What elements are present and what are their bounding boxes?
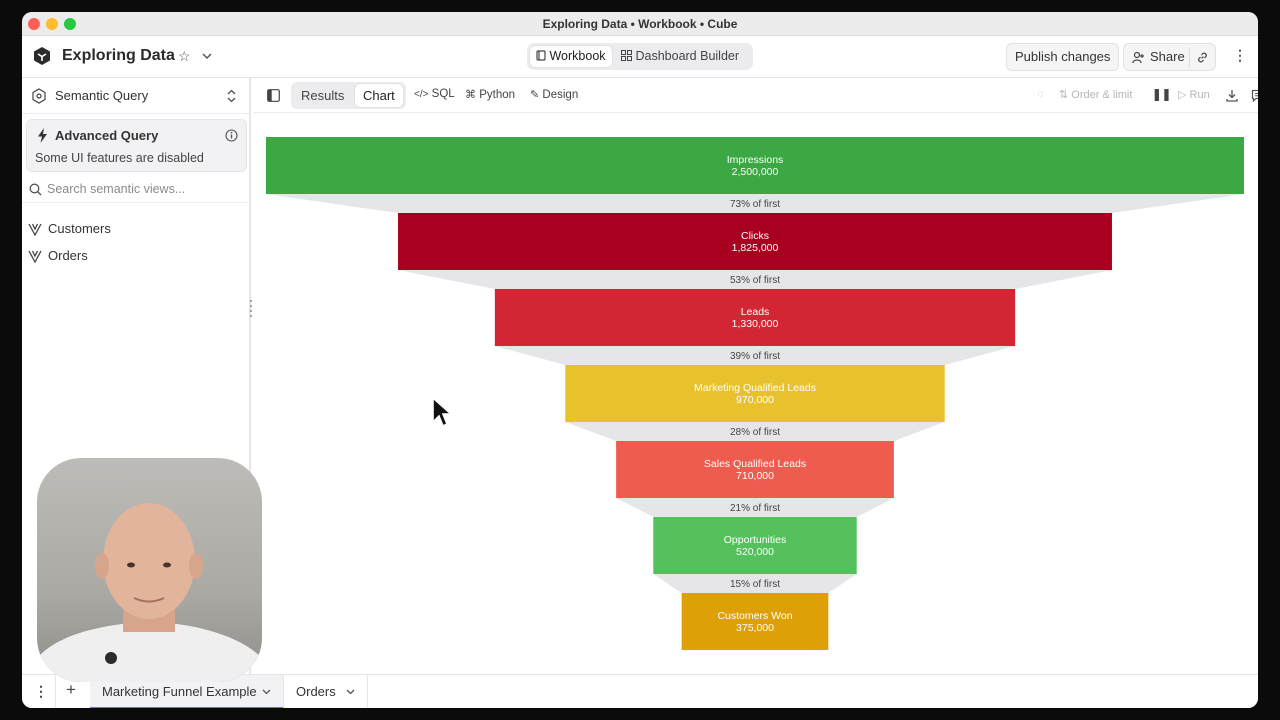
presenter-webcam (37, 458, 262, 682)
advanced-query-subtitle: Some UI features are disabled (35, 151, 204, 165)
sidebar-item-label: Customers (48, 221, 111, 236)
view-tabs: Results Chart (291, 82, 406, 109)
publish-changes-button[interactable]: Publish changes (1006, 43, 1120, 71)
design-button[interactable]: ✎ Design (530, 88, 578, 101)
download-icon[interactable] (1226, 89, 1238, 102)
lightning-icon (38, 128, 47, 143)
sort-icon: ⇅ (1059, 89, 1069, 101)
semantic-view-icon (28, 223, 42, 236)
semantic-view-icon (28, 250, 42, 263)
sidebar-item-orders[interactable]: Orders (22, 245, 249, 267)
info-icon[interactable] (225, 129, 238, 142)
sql-label: SQL (431, 88, 455, 100)
funnel-stage-value: 1,330,000 (732, 318, 779, 330)
query-mode-selector[interactable]: Semantic Query (22, 78, 249, 114)
workbook-mode-button[interactable]: Workbook (530, 46, 612, 67)
funnel-stage-value: 520,000 (736, 546, 774, 558)
share-divider (1189, 47, 1190, 67)
brush-icon: ✎ (530, 89, 540, 101)
divider (55, 675, 56, 708)
book-icon (536, 50, 546, 61)
chart-canvas: 73% of first Impressions 2,500,000 53% of f… (253, 113, 1258, 673)
conversion-label: 73% of first (730, 199, 780, 210)
funnel-stage-label: Marketing Qualified Leads (694, 382, 816, 394)
conversion-label: 53% of first (730, 275, 780, 286)
funnel-stage-label: Opportunities (724, 534, 786, 546)
comment-bubble-icon[interactable]: ◌ (1037, 88, 1044, 100)
mode-switcher: Workbook Dashboard Builder (527, 43, 753, 70)
grid-icon (621, 50, 632, 61)
order-limit-label: Order & limit (1071, 89, 1133, 101)
chevron-down-icon[interactable] (262, 688, 271, 696)
bottom-tab-label: Marketing Funnel Example (102, 684, 257, 699)
python-icon: ⌘ (465, 89, 476, 101)
sidebar-toggle-icon[interactable] (267, 89, 280, 102)
add-tab-icon[interactable]: + (66, 680, 76, 700)
pause-icon[interactable]: ❚❚ (1152, 87, 1171, 101)
play-icon: ▷ (1178, 89, 1187, 101)
semantic-view-search[interactable]: Search semantic views... (22, 177, 249, 203)
more-vertical-icon[interactable]: ⋮ (34, 683, 48, 700)
search-icon (29, 183, 42, 196)
chevron-up-down-icon (227, 89, 236, 103)
funnel-stage-label: Sales Qualified Leads (704, 458, 806, 470)
run-label: Run (1189, 89, 1210, 101)
conversion-label: 39% of first (730, 351, 780, 362)
run-button[interactable]: ▷ Run (1178, 88, 1210, 101)
funnel-stage-value: 375,000 (736, 622, 774, 634)
search-placeholder: Search semantic views... (47, 182, 186, 196)
funnel-chart: 73% of first Impressions2,500,000 53% of f… (266, 137, 1244, 650)
tab-results[interactable]: Results (293, 84, 352, 107)
dashboard-builder-mode-label: Dashboard Builder (635, 49, 740, 63)
tab-chart[interactable]: Chart (355, 84, 403, 107)
mouse-cursor-icon (432, 396, 453, 428)
app-header: Exploring Data ☆ Workbook Dashboard Buil… (22, 36, 1258, 78)
chevron-down-icon[interactable] (346, 688, 355, 696)
sidebar-item-label: Orders (48, 248, 88, 263)
funnel-stage-value: 970,000 (736, 394, 774, 406)
advanced-query-title: Advanced Query (55, 128, 159, 143)
funnel-stage-label: Customers Won (717, 610, 792, 622)
tab-orders[interactable]: Orders (284, 675, 368, 708)
python-label: Python (479, 89, 516, 101)
conversion-label: 15% of first (730, 579, 780, 590)
order-limit-button[interactable]: ⇅ Order & limit (1059, 88, 1132, 101)
sidebar-item-customers[interactable]: Customers (22, 218, 249, 240)
funnel-stage-label: Clicks (741, 230, 769, 242)
cube-logo-icon[interactable] (32, 46, 52, 66)
bottom-tab-label: Orders (296, 684, 336, 699)
conversion-label: 28% of first (730, 427, 780, 438)
star-icon[interactable]: ☆ (178, 48, 191, 65)
funnel-stage-value: 710,000 (736, 470, 774, 482)
workbook-mode-label: Workbook (549, 49, 606, 63)
funnel-stage-label: Impressions (727, 154, 784, 166)
window-title: Exploring Data • Workbook • Cube (542, 17, 738, 31)
code-icon: </> (414, 89, 429, 100)
add-user-icon (1132, 51, 1144, 64)
python-button[interactable]: ⌘ Python (465, 88, 515, 101)
funnel-stage-value: 2,500,000 (732, 166, 779, 178)
comment-icon[interactable] (1251, 89, 1258, 102)
dashboard-builder-mode-button[interactable]: Dashboard Builder (615, 46, 745, 67)
advanced-query-card: Advanced Query Some UI features are disa… (26, 119, 247, 172)
workbook-title[interactable]: Exploring Data (62, 47, 175, 65)
share-button[interactable]: Share (1123, 43, 1216, 71)
presenter-portrait (37, 503, 262, 682)
funnel-stage-label: Leads (741, 306, 770, 318)
query-mode-label: Semantic Query (55, 88, 149, 103)
chevron-down-icon[interactable] (202, 51, 212, 61)
more-options-icon[interactable]: ⋮ (1233, 47, 1247, 64)
semantic-cube-icon (32, 88, 46, 104)
sql-button[interactable]: </> SQL (414, 88, 455, 100)
title-bar: Exploring Data • Workbook • Cube (22, 12, 1258, 36)
link-icon[interactable] (1196, 51, 1209, 64)
funnel-stage-value: 1,825,000 (732, 242, 779, 254)
design-label: Design (542, 89, 579, 101)
conversion-label: 21% of first (730, 503, 780, 514)
editor-toolbar: Results Chart </> SQL ⌘ Python ✎ Design … (253, 78, 1258, 113)
share-label: Share (1150, 49, 1185, 64)
